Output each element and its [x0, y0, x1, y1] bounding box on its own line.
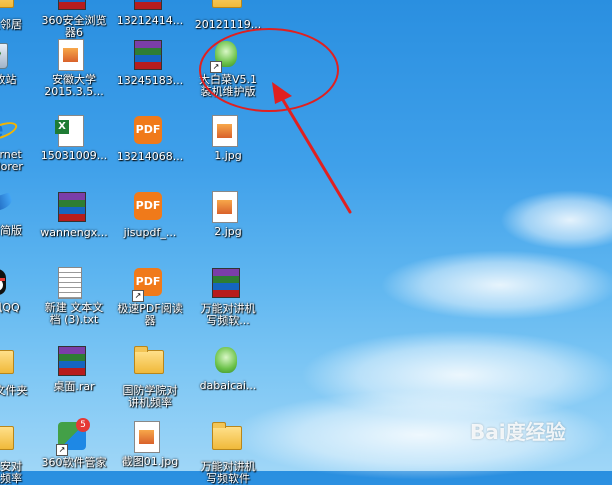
desktop-icon[interactable]: 万能对讲机 写频软件 — [190, 420, 266, 485]
image-file-icon — [134, 421, 166, 453]
desktop-icon[interactable]: 2.jpg — [190, 190, 266, 238]
winrar-archive-icon — [134, 0, 166, 12]
winrar-archive-icon — [58, 0, 90, 12]
winrar-archive-icon — [58, 192, 90, 224]
desktop-icon-label: 桌面.rar — [53, 380, 95, 393]
desktop-icon[interactable]: ♻ 回收站 — [0, 38, 38, 86]
annotation-circle — [199, 28, 339, 112]
winrar-archive-icon — [58, 346, 90, 378]
baidu-jingyan-watermark: Bai度经验 — [470, 416, 566, 445]
desktop-icon[interactable]: 国防学院对 讲机频率 — [112, 344, 188, 409]
desktop-icon-label: wannengx... — [40, 226, 108, 239]
desktop-icon[interactable]: ↗ 雷精简版 — [0, 190, 38, 237]
desktop-icon-label: 1.jpg — [214, 149, 242, 162]
desktop-icon-label: 截图01.jpg — [121, 455, 179, 468]
desktop-icon[interactable]: 话保安对 讲机频率 — [0, 420, 38, 485]
desktop-icon-label: 万能对讲机 写频软件 — [200, 460, 256, 485]
internet-explorer-icon: e — [0, 114, 20, 146]
folder-icon — [134, 346, 166, 382]
image-file-icon — [212, 191, 244, 223]
desktop-icon-label: 13212414... — [116, 14, 184, 27]
desktop-icon-label: 13214068... — [116, 150, 184, 163]
desktop-icon[interactable]: PDF 13214068... — [112, 114, 188, 163]
desktop-icon[interactable]: 13245183... — [112, 38, 188, 87]
desktop-icon-label: 雷精简版 — [0, 224, 22, 237]
desktop-icon-label: 国防学院对 讲机频率 — [122, 384, 178, 409]
winrar-archive-icon — [212, 268, 244, 300]
thunder-bird-icon: ↗ — [0, 190, 16, 222]
desktop-icon-label: 15031009... — [40, 149, 108, 162]
recycle-bin-icon: ♻ — [0, 39, 16, 71]
desktop-icon[interactable]: 桌面.rar — [36, 344, 112, 393]
folder-icon — [0, 426, 16, 458]
folder-icon — [0, 350, 16, 382]
watermark-text: Bai度经验 — [470, 420, 566, 444]
cloud — [500, 190, 612, 250]
desktop-icon-label: 回收站 — [0, 73, 17, 86]
desktop-icon-label: 新建文件夹 — [0, 384, 28, 397]
cloud — [380, 250, 612, 320]
folder-icon — [0, 0, 16, 16]
desktop-icon-label: 360安全浏览 器6 — [41, 14, 107, 39]
desktop-icon[interactable]: PDF jisupdf_... — [112, 190, 188, 239]
winrar-archive-icon — [134, 40, 166, 72]
desktop-icon[interactable]: 截图01.jpg — [112, 420, 188, 468]
desktop-icon-label: 2.jpg — [214, 225, 242, 238]
desktop-icon-label: Internet Explorer — [0, 148, 23, 173]
desktop-icon[interactable]: 新建文件夹 — [0, 344, 38, 397]
folder-icon — [212, 422, 244, 458]
desktop-icon-label: 万能对讲机 写频软... — [200, 302, 256, 327]
desktop-icon[interactable]: dabaicai... — [190, 344, 266, 392]
desktop-icon[interactable]: eInternet Explorer — [0, 114, 38, 173]
pdf-reader-icon: PDF — [134, 192, 166, 224]
desktop-icon[interactable]: X 15031009... — [36, 114, 112, 162]
desktop-icon[interactable]: 5 ↗ 360软件管家 — [36, 418, 112, 469]
desktop-icon-label: 极速PDF阅读 器 — [117, 302, 183, 327]
desktop-icon-label: 话保安对 讲机频率 — [0, 460, 22, 485]
desktop-icon-label: 13245183... — [116, 74, 184, 87]
qq-penguin-icon: ↗ — [0, 267, 16, 299]
desktop-icon-label: jisupdf_... — [123, 226, 177, 239]
image-file-icon — [212, 115, 244, 147]
shortcut-arrow-icon: ↗ — [132, 290, 144, 302]
desktop-icon-label: 腾讯QQ — [0, 301, 20, 314]
shortcut-arrow-icon: ↗ — [56, 444, 68, 456]
desktop-icon-label: dabaicai... — [199, 379, 257, 392]
desktop-icon[interactable]: 万能对讲机 写频软... — [190, 266, 266, 327]
desktop-icon[interactable]: 360安全浏览 器6 — [36, 0, 112, 39]
desktop-icon[interactable]: 新建 文本文 档 (3).txt — [36, 266, 112, 326]
desktop-icon[interactable]: ↗ 腾讯QQ — [0, 266, 38, 314]
desktop-icon[interactable]: 网上邻居 — [0, 0, 38, 31]
pdf-reader-icon: PDF ↗ — [132, 268, 166, 302]
pdf-reader-icon: PDF — [134, 116, 166, 148]
desktop-icon-label: 360软件管家 — [41, 456, 107, 469]
excel-file-icon: X — [55, 115, 90, 147]
desktop-icon[interactable]: 安徽大学 2015.3.5... — [36, 38, 112, 98]
folder-icon — [212, 0, 244, 16]
360-software-manager-icon: 5 ↗ — [56, 418, 90, 456]
desktop-icon-label: 网上邻居 — [0, 18, 22, 31]
desktop-icon[interactable]: PDF ↗ 极速PDF阅读 器 — [112, 266, 188, 327]
text-file-icon — [58, 267, 90, 299]
desktop-icon[interactable]: 20121119... — [190, 0, 266, 31]
desktop-icon-label: 新建 文本文 档 (3).txt — [44, 301, 104, 326]
dabaicai-cabbage-icon — [212, 345, 244, 377]
desktop-icon[interactable]: 1.jpg — [190, 114, 266, 162]
desktop-icon[interactable]: wannengx... — [36, 190, 112, 239]
image-file-icon — [58, 39, 90, 71]
desktop-icon[interactable]: 13212414... — [112, 0, 188, 27]
desktop-icon-label: 安徽大学 2015.3.5... — [44, 73, 104, 98]
